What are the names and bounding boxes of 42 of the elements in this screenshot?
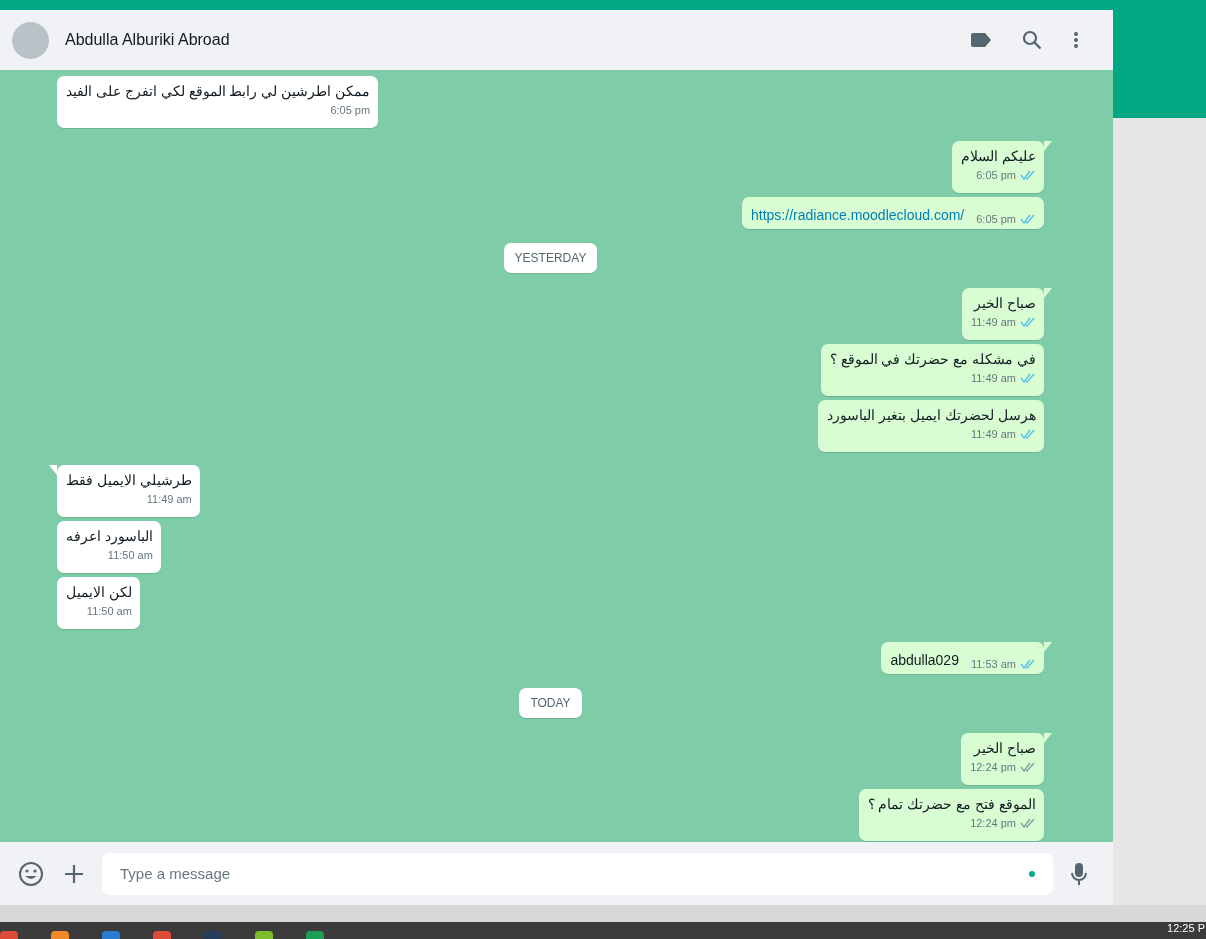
message-time: 12:24 pm	[970, 761, 1016, 773]
label-icon[interactable]	[971, 33, 991, 47]
message-text: عليكم السلام	[961, 147, 1036, 166]
message-text: في مشكله مع حضرتك في الموقع ؟	[829, 350, 1036, 369]
message-time: 6:05 pm	[976, 213, 1016, 225]
taskbar-icon[interactable]	[102, 931, 120, 939]
plus-icon[interactable]	[64, 863, 84, 884]
search-icon[interactable]	[1022, 30, 1042, 50]
message-time: 11:50 am	[107, 549, 153, 561]
microphone-icon[interactable]	[1071, 861, 1087, 886]
message-time: 11:50 am	[86, 605, 132, 617]
dot-icon	[1029, 870, 1035, 877]
message-link[interactable]: https://radiance.moodlecloud.com/	[751, 206, 965, 225]
taskbar-icon[interactable]	[255, 931, 273, 939]
message-time: 6:05 pm	[976, 169, 1016, 181]
avatar-icon[interactable]	[12, 21, 49, 59]
message-time: 12:24 pm	[970, 817, 1016, 829]
message-time: 6:05 pm	[330, 104, 371, 116]
taskbar-clock: 12:25 P	[1167, 922, 1205, 934]
message-time: 11:49 am	[970, 372, 1016, 384]
message-input[interactable]: Type a message	[118, 864, 1029, 883]
taskbar-icon[interactable]	[51, 931, 69, 939]
message-text: هرسل لحضرتك ايميل بتغير الباسورد	[827, 406, 1036, 425]
taskbar-icon[interactable]	[0, 931, 18, 939]
message-text: صباح الخير	[972, 739, 1036, 758]
message-text: ممكن اطرشين لي رابط الموقع لكي اتفرج على الفيد	[66, 82, 371, 101]
message-text: الباسورد اعرفه	[66, 527, 153, 546]
message-time: 11:53 am	[970, 658, 1016, 670]
message-field[interactable]: Type a message	[102, 852, 1053, 895]
message-text: لكن الايميل	[66, 583, 132, 602]
message-time: 11:49 am	[970, 428, 1016, 440]
emoji-icon[interactable]	[18, 860, 44, 887]
contact-name[interactable]: Abdulla Alburiki Abroad	[65, 31, 230, 49]
message-time: 11:49 am	[970, 316, 1016, 328]
taskbar-icon[interactable]	[153, 931, 171, 939]
message-text: الموقع فتح مع حضرتك تمام ؟	[867, 795, 1036, 814]
message-text: abdulla029	[890, 651, 959, 670]
menu-icon[interactable]	[1073, 31, 1079, 49]
taskbar-icon[interactable]	[306, 931, 324, 939]
message-time: 11:49 am	[146, 493, 192, 505]
message-text: صباح الخير	[972, 294, 1036, 313]
message-text: طرشيلي الايميل فقط	[66, 471, 192, 490]
